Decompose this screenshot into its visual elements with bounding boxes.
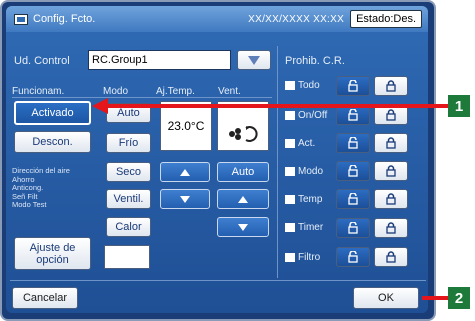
lock-toggle-timer[interactable] [374, 218, 408, 238]
vent-down-button[interactable] [217, 217, 269, 237]
unlocked-padlock-icon [348, 137, 358, 149]
prohib-label: Prohib. C.R. [285, 55, 345, 67]
descon-button[interactable]: Descon. [14, 131, 91, 153]
unlock-toggle-act[interactable] [336, 133, 370, 153]
window-title: Config. Fcto. [33, 13, 96, 25]
down-arrow-icon [180, 195, 190, 203]
datetime: XX/XX/XXXX XX:XX [248, 13, 345, 25]
temperature-display: 23.0°C [160, 101, 212, 151]
locked-padlock-icon [386, 80, 396, 92]
fan-display [217, 101, 269, 151]
ok-button[interactable]: OK [353, 287, 419, 309]
ud-control-dropdown-button[interactable] [237, 50, 271, 70]
todo-icon [285, 80, 295, 90]
callout-badge-2: 2 [448, 287, 470, 309]
temp-up-button[interactable] [160, 162, 210, 182]
prohib-row-label: Modo [285, 166, 323, 177]
window-icon [14, 13, 28, 25]
lock-toggle-temp[interactable] [374, 189, 408, 209]
prohib-row-label: Act. [285, 138, 315, 149]
vent-auto-button[interactable]: Auto [217, 162, 269, 182]
temp-icon [285, 194, 295, 204]
modo-seco-button[interactable]: Seco [106, 162, 151, 182]
unlock-toggle-filtro[interactable] [336, 247, 370, 267]
lock-toggle-filtro[interactable] [374, 247, 408, 267]
title-bar: Config. Fcto. XX/XX/XXXX XX:XX Estado:De… [6, 6, 428, 32]
up-arrow-icon [238, 195, 248, 203]
up-arrow-icon [180, 168, 190, 176]
dropdown-triangle-icon [248, 55, 260, 65]
modo-calor-button[interactable]: Calor [106, 217, 151, 237]
locked-padlock-icon [386, 222, 396, 234]
unlock-toggle-timer[interactable] [336, 218, 370, 238]
unlock-toggle-todo[interactable] [336, 76, 370, 96]
lock-toggle-act[interactable] [374, 133, 408, 153]
prohib-row-label: Temp [285, 194, 322, 205]
info-item: Modo Test [12, 200, 47, 209]
status-badge: Estado:Des. [350, 10, 422, 28]
vent-label: Vent. [218, 86, 241, 97]
locked-padlock-icon [386, 137, 396, 149]
prohib-row-text: Temp [298, 194, 323, 205]
onoff-icon [285, 110, 295, 120]
unlocked-padlock-icon [348, 222, 358, 234]
modo-icon [285, 166, 295, 176]
prohib-row-label: On/Off [285, 110, 327, 121]
locked-padlock-icon [386, 109, 396, 121]
ud-control-field[interactable]: RC.Group1 [88, 50, 231, 70]
ud-control-label: Ud. Control [14, 55, 70, 67]
locked-padlock-icon [386, 193, 396, 205]
cancelar-button[interactable]: Cancelar [12, 287, 78, 309]
prohib-row-label: Timer [285, 222, 323, 233]
fan-speed-icon [229, 126, 258, 142]
vent-up-button[interactable] [217, 189, 269, 209]
ajuste-opcion-button[interactable]: Ajuste de opción [14, 237, 91, 270]
unlocked-padlock-icon [348, 251, 358, 263]
modo-frio-button[interactable]: Frío [106, 133, 151, 153]
temp-down-button[interactable] [160, 189, 210, 209]
callout-badge-1: 1 [448, 95, 470, 117]
prohib-row-label: Todo [285, 80, 320, 91]
locked-padlock-icon [386, 165, 396, 177]
unlocked-padlock-icon [348, 165, 358, 177]
section-divider [277, 46, 278, 278]
ajtemp-label: Aj.Temp. [156, 86, 195, 97]
prohib-row-text: Act. [298, 138, 316, 149]
temperature-value: 23.0°C [167, 119, 205, 133]
prohib-row-text: Modo [298, 166, 324, 177]
prohib-row-text: Todo [298, 80, 320, 91]
unlock-toggle-temp[interactable] [336, 189, 370, 209]
locked-padlock-icon [386, 251, 396, 263]
footer-divider [10, 280, 426, 281]
prohib-row-text: Filtro [298, 252, 321, 263]
modo-empty-slot [104, 245, 150, 269]
timer-icon [285, 222, 295, 232]
info-list: Dirección del aire Ahorro Anticong. Señ … [12, 166, 96, 210]
header-underline [12, 97, 272, 98]
lock-toggle-modo[interactable] [374, 161, 408, 181]
unlock-toggle-onoff[interactable] [336, 105, 370, 125]
funcionam-label: Funcionam. [12, 86, 65, 97]
unlocked-padlock-icon [348, 193, 358, 205]
activado-button[interactable]: Activado [14, 101, 91, 125]
modo-label: Modo [103, 86, 129, 97]
lock-toggle-todo[interactable] [374, 76, 408, 96]
unlocked-padlock-icon [348, 109, 358, 121]
unlock-toggle-modo[interactable] [336, 161, 370, 181]
filtro-icon [285, 252, 295, 262]
down-arrow-icon [238, 223, 248, 231]
prohib-row-label: Filtro [285, 252, 320, 263]
lock-toggle-onoff[interactable] [374, 105, 408, 125]
modo-ventil-button[interactable]: Ventil. [106, 189, 151, 209]
prohib-row-text: On/Off [298, 110, 328, 121]
modo-auto-button[interactable]: Auto [106, 103, 151, 123]
unlocked-padlock-icon [348, 80, 358, 92]
act-icon [285, 138, 295, 148]
prohib-row-text: Timer [298, 222, 324, 233]
